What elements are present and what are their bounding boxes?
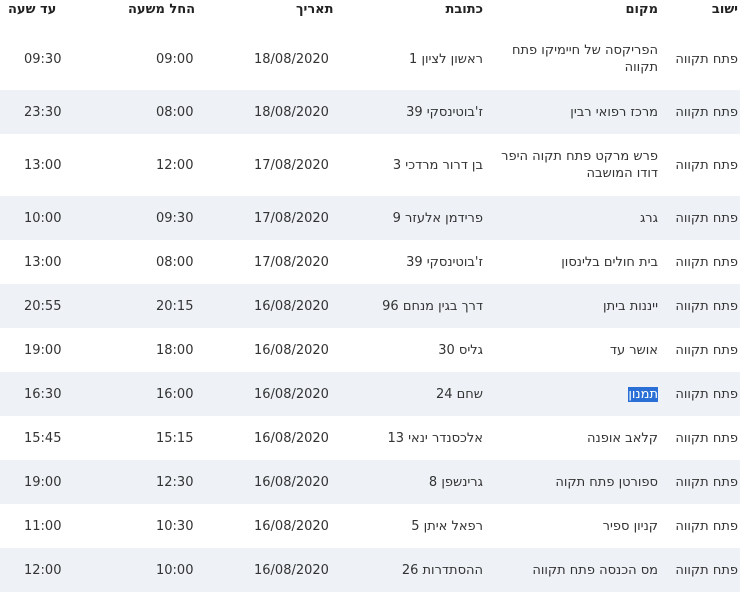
cell-city: פתח תקווה — [675, 254, 738, 270]
cell-city: פתח תקווה — [675, 474, 738, 490]
cell-city: פתח תקווה — [675, 430, 738, 446]
cell-city: פתח תקווה — [675, 51, 738, 67]
cell-address: בן דרור מרדכי 3 — [392, 157, 483, 173]
cell-start-time: 10:30 — [156, 518, 194, 534]
cell-address: דרך בגין מנחם 96 — [382, 298, 483, 314]
header-date: תאריך — [296, 2, 334, 17]
cell-date: 16/08/2020 — [254, 430, 329, 446]
header-start-time: החל משעה — [128, 2, 196, 17]
cell-start-time: 08:00 — [156, 104, 194, 120]
cell-place: קלאב אופנה — [587, 430, 658, 446]
cell-date: 16/08/2020 — [254, 342, 329, 358]
cell-address: שחם 24 — [435, 386, 483, 402]
cell-place: ייננות ביתן — [603, 298, 658, 314]
cell-address: גליס 30 — [438, 342, 483, 358]
header-place: מקום — [625, 2, 659, 17]
exposure-locations-table: ישוב מקום כתובת תאריך החל משעה עד שעה פת… — [0, 0, 740, 592]
cell-place: תמנון — [488, 386, 658, 403]
cell-end-time: 09:30 — [24, 51, 62, 67]
cell-city: פתח תקווה — [675, 342, 738, 358]
cell-city: פתח תקווה — [675, 157, 738, 173]
cell-start-time: 08:00 — [156, 254, 194, 270]
table-row: פתח תקווה מס הכנסה פתח תקווה ההסתדרות 26 16… — [0, 548, 740, 592]
cell-start-time: 18:00 — [156, 342, 194, 358]
cell-address: גרינשפן 8 — [428, 474, 483, 490]
cell-end-time: 11:00 — [24, 518, 62, 534]
cell-end-time: 19:00 — [24, 474, 62, 490]
cell-place: גרג — [639, 210, 658, 226]
cell-place: קניון ספיר — [602, 518, 658, 534]
selected-text-highlight[interactable]: תמנון — [628, 386, 658, 402]
cell-address: ההסתדרות 26 — [401, 562, 483, 578]
cell-end-time: 15:45 — [24, 430, 62, 446]
cell-city: פתח תקווה — [675, 562, 738, 578]
cell-date: 16/08/2020 — [254, 562, 329, 578]
cell-place: מס הכנסה פתח תקווה — [532, 562, 658, 578]
cell-date: 17/08/2020 — [254, 210, 329, 226]
table-row: פתח תקווה קניון ספיר רפאל איתן 5 16/08/2020… — [0, 504, 740, 548]
cell-end-time: 23:30 — [24, 104, 62, 120]
header-end-time: עד שעה — [8, 2, 57, 17]
cell-address: פרידמן אלעזר 9 — [392, 210, 483, 226]
table-row: פתח תקווה ספורטן פתח תקוה גרינשפן 8 16/08/2… — [0, 460, 740, 504]
cell-start-time: 12:30 — [156, 474, 194, 490]
cell-start-time: 20:15 — [156, 298, 194, 314]
cell-address: רפאל איתן 5 — [411, 518, 483, 534]
cell-place: פרש מרקט פתח תקוה היפר דודו המושבה — [501, 149, 658, 181]
table-row: פתח תקווה פרש מרקט פתח תקוה היפר דודו המו… — [0, 134, 740, 196]
cell-date: 16/08/2020 — [254, 298, 329, 314]
table-row: פתח תקווה אושר עד גליס 30 16/08/2020 18:00 19… — [0, 328, 740, 372]
cell-address: ראשון לציון 1 — [409, 51, 483, 67]
cell-place: אושר עד — [609, 342, 658, 358]
cell-city: פתח תקווה — [675, 104, 738, 120]
table-row: פתח תקווה גרג פרידמן אלעזר 9 17/08/2020 09:3… — [0, 196, 740, 240]
cell-address: ז'בוטינסקי 39 — [406, 104, 483, 120]
cell-address: אלכסנדר ינאי 13 — [387, 430, 483, 446]
cell-end-time: 10:00 — [24, 210, 62, 226]
cell-place: ספורטן פתח תקוה — [555, 474, 658, 490]
cell-start-time: 09:00 — [156, 51, 194, 67]
cell-start-time: 09:30 — [156, 210, 194, 226]
cell-address: ז'בוטינסקי 39 — [406, 254, 483, 270]
cell-end-time: 20:55 — [24, 298, 62, 314]
cell-date: 16/08/2020 — [254, 386, 329, 402]
table-row: פתח תקווה קלאב אופנה אלכסנדר ינאי 13 16/08/… — [0, 416, 740, 460]
table-row: פתח תקווה תמנון שחם 24 16/08/2020 16:00 16:30 — [0, 372, 740, 416]
cell-start-time: 10:00 — [156, 562, 194, 578]
cell-date: 16/08/2020 — [254, 474, 329, 490]
cell-city: פתח תקווה — [675, 298, 738, 314]
cell-date: 18/08/2020 — [254, 104, 329, 120]
cell-city: פתח תקווה — [675, 210, 738, 226]
cell-date: 16/08/2020 — [254, 518, 329, 534]
cell-end-time: 16:30 — [24, 386, 62, 402]
cell-city: פתח תקווה — [675, 386, 738, 402]
cell-end-time: 19:00 — [24, 342, 62, 358]
header-city: ישוב — [711, 2, 738, 17]
cell-place: בית חולים בלינסון — [561, 254, 658, 270]
cell-place: הפריקסה של חיימיקו פתח תקווה — [512, 43, 658, 75]
cell-date: 17/08/2020 — [254, 254, 329, 270]
cell-place: מרכז רפואי רבין — [570, 104, 658, 120]
cell-start-time: 15:15 — [156, 430, 194, 446]
cell-end-time: 13:00 — [24, 254, 62, 270]
table-header: ישוב מקום כתובת תאריך החל משעה עד שעה — [0, 0, 740, 28]
table-row: פתח תקווה מרכז רפואי רבין ז'בוטינסקי 39 18/… — [0, 90, 740, 134]
cell-city: פתח תקווה — [675, 518, 738, 534]
table-row: פתח תקווה ייננות ביתן דרך בגין מנחם 96 16/0… — [0, 284, 740, 328]
cell-start-time: 16:00 — [156, 386, 194, 402]
cell-end-time: 12:00 — [24, 562, 62, 578]
table-row: פתח תקווה בית חולים בלינסון ז'בוטינסקי 39 1… — [0, 240, 740, 284]
table-row: פתח תקווה הפריקסה של חיימיקו פתח תקווה ראש… — [0, 28, 740, 90]
cell-date: 17/08/2020 — [254, 157, 329, 173]
cell-end-time: 13:00 — [24, 157, 62, 173]
table-body: פתח תקווה הפריקסה של חיימיקו פתח תקווה ראש… — [0, 28, 740, 592]
cell-start-time: 12:00 — [156, 157, 194, 173]
cell-date: 18/08/2020 — [254, 51, 329, 67]
header-address: כתובת — [445, 2, 483, 17]
